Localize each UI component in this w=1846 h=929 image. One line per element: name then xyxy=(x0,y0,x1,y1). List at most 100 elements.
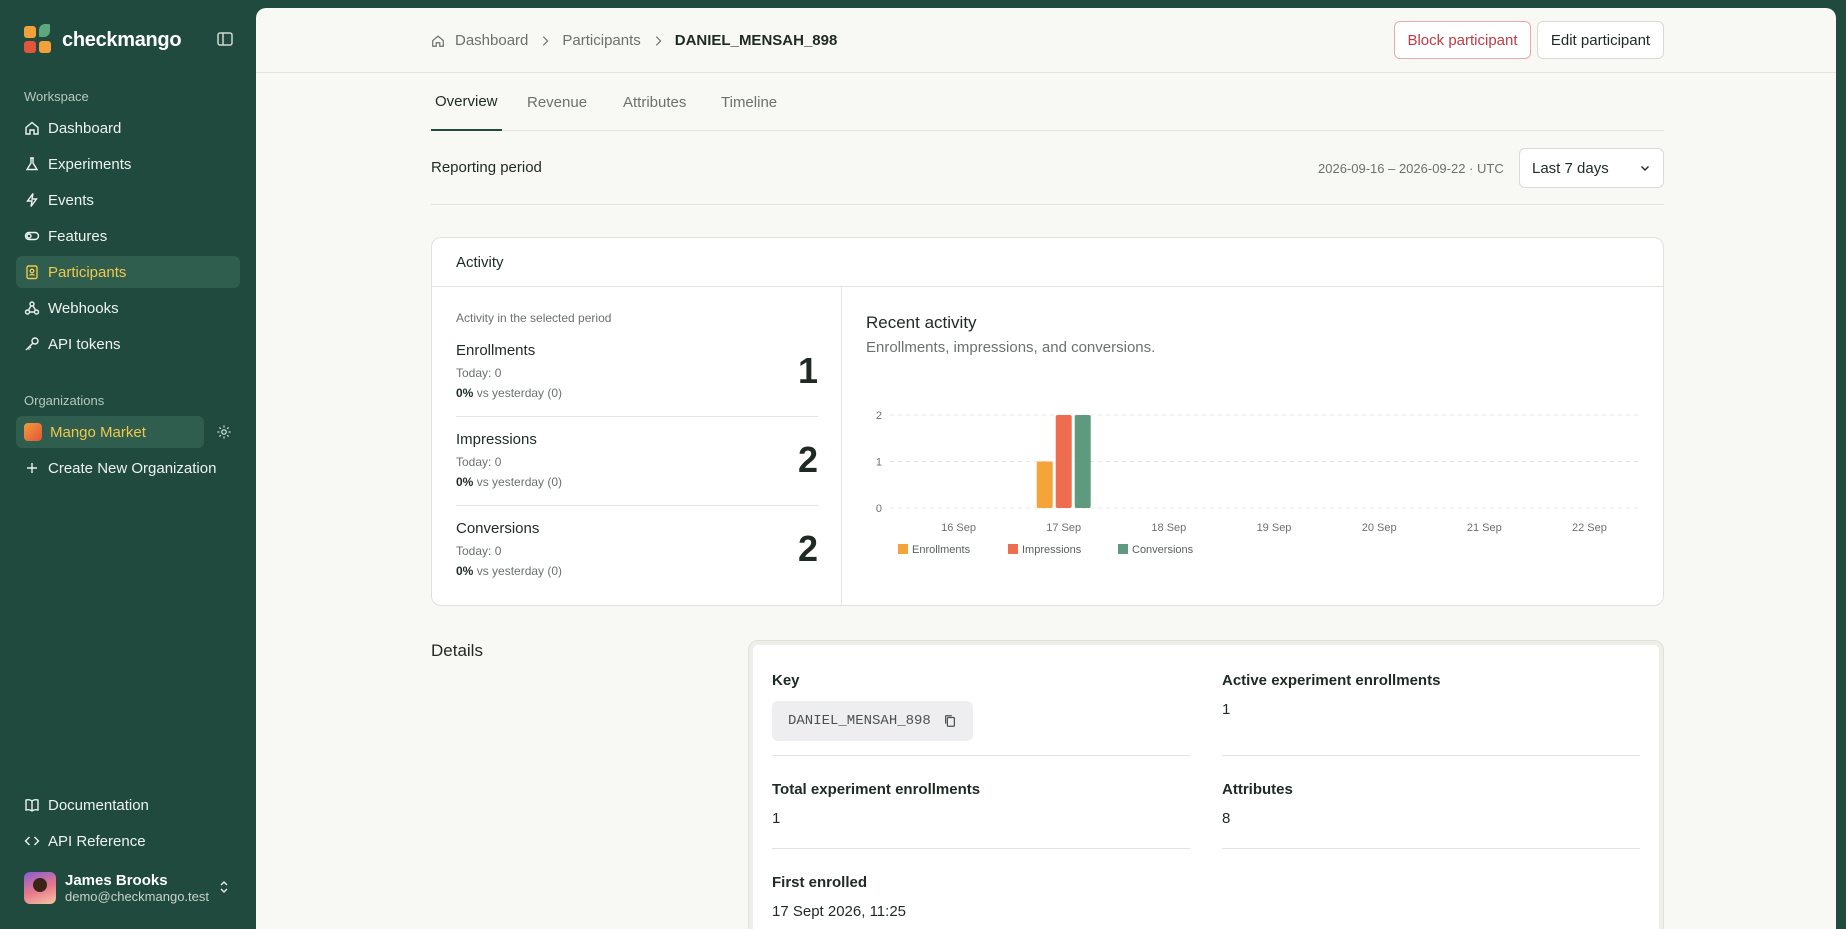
activity-caption: Activity in the selected period xyxy=(456,311,612,325)
home-icon[interactable] xyxy=(431,34,445,48)
avatar xyxy=(24,872,56,904)
sidebar-item-label: Experiments xyxy=(48,155,132,173)
copy-icon[interactable] xyxy=(943,714,957,728)
block-participant-button[interactable]: Block participant xyxy=(1394,21,1531,59)
sidebar-item-webhooks[interactable]: Webhooks xyxy=(16,292,240,324)
field-label: First enrolled xyxy=(772,874,868,891)
sidebar-item-events[interactable]: Events xyxy=(16,184,240,216)
create-organization-button[interactable]: Create New Organization xyxy=(16,452,240,484)
recent-activity-subtitle: Enrollments, impressions, and conversion… xyxy=(866,339,1156,356)
sidebar-item-experiments[interactable]: Experiments xyxy=(16,148,240,180)
sidebar-item-label: Webhooks xyxy=(48,299,119,317)
key-icon xyxy=(25,337,39,351)
breadcrumb-dashboard[interactable]: Dashboard xyxy=(455,32,528,49)
stat-pct: 0% xyxy=(456,564,474,578)
tab-revenue[interactable]: Revenue xyxy=(527,73,587,131)
stat-today: Today: 0 xyxy=(456,544,502,558)
field-value: 17 Sept 2026, 11:25 xyxy=(772,903,907,920)
stat-value: 2 xyxy=(797,528,818,569)
chevron-up-down-icon[interactable] xyxy=(216,879,232,895)
stat-vs: vs yesterday (0) xyxy=(476,475,563,489)
user-name: James Brooks xyxy=(65,872,168,889)
stat-comparison: 0% vs yesterday (0) xyxy=(456,386,562,400)
tab-bar: Overview Revenue Attributes Timeline xyxy=(431,73,1664,131)
tab-attributes[interactable]: Attributes xyxy=(623,73,686,131)
checkmango-logo-icon xyxy=(24,24,52,54)
badge-icon xyxy=(26,265,38,280)
brand-name: checkmango xyxy=(62,28,182,51)
sidebar-item-label: Participants xyxy=(48,263,127,281)
stat-today: Today: 0 xyxy=(456,455,502,469)
x-tick-label: 20 Sep xyxy=(1362,522,1397,534)
chevron-down-icon xyxy=(1641,166,1649,171)
recent-activity: Recent activity Enrollments, impressions… xyxy=(842,287,1663,605)
field-total-enrollments: Total experiment enrollments 1 xyxy=(772,781,980,827)
org-avatar xyxy=(24,423,42,441)
flask-icon xyxy=(25,157,39,171)
sidebar: checkmango Workspace Dashboard Experimen… xyxy=(0,0,256,929)
reporting-period-label: Reporting period xyxy=(431,159,542,176)
gear-icon[interactable] xyxy=(216,424,232,440)
sidebar-item-documentation[interactable]: Documentation xyxy=(16,789,240,821)
details-title: Details xyxy=(431,641,483,660)
user-menu[interactable]: James Brooks demo@checkmango.test xyxy=(24,872,209,904)
divider xyxy=(772,755,1190,756)
sidebar-item-api-reference[interactable]: API Reference xyxy=(16,825,240,857)
stat-today: Today: 0 xyxy=(456,366,502,380)
sidebar-item-label: Features xyxy=(48,227,108,245)
reporting-period-range: 2026-09-16 – 2026-09-22 · UTC xyxy=(1318,161,1504,176)
divider xyxy=(431,204,1664,205)
field-value: 1 xyxy=(1222,701,1231,718)
organizations-label: Organizations xyxy=(24,393,105,408)
stat-name: Impressions xyxy=(456,431,537,448)
edit-participant-button[interactable]: Edit participant xyxy=(1537,21,1664,59)
org-switcher-mango-market[interactable]: Mango Market xyxy=(16,416,204,448)
divider xyxy=(1222,755,1640,756)
sidebar-toggle-icon[interactable] xyxy=(216,30,234,48)
x-tick-label: 18 Sep xyxy=(1151,522,1186,534)
tab-overview[interactable]: Overview xyxy=(431,73,502,131)
toggle-icon xyxy=(24,231,40,241)
chevron-right-icon xyxy=(655,35,662,46)
sidebar-item-label: Dashboard xyxy=(48,119,122,137)
sidebar-item-label: Events xyxy=(48,191,94,209)
stat-pct: 0% xyxy=(456,386,474,400)
recent-activity-title: Recent activity xyxy=(866,313,977,332)
sidebar-item-api-tokens[interactable]: API tokens xyxy=(16,328,240,360)
divider xyxy=(456,416,818,417)
tab-timeline[interactable]: Timeline xyxy=(721,73,777,131)
breadcrumb-participants[interactable]: Participants xyxy=(562,32,640,49)
divider xyxy=(456,505,818,506)
sidebar-item-participants[interactable]: Participants xyxy=(16,256,240,288)
user-email: demo@checkmango.test xyxy=(65,889,209,904)
field-key: Key DANIEL_MENSAH_898 xyxy=(772,672,973,741)
workspace-label: Workspace xyxy=(24,89,89,104)
bar-enrollments xyxy=(1036,461,1053,508)
divider xyxy=(772,848,1190,849)
field-attributes: Attributes 8 xyxy=(1222,781,1293,827)
x-tick-label: 22 Sep xyxy=(1572,522,1607,534)
legend-label: Impressions xyxy=(1022,544,1082,556)
participant-key-chip[interactable]: DANIEL_MENSAH_898 xyxy=(772,701,973,741)
stat-value: 1 xyxy=(797,350,818,391)
stat-vs: vs yesterday (0) xyxy=(476,386,563,400)
bar-impressions xyxy=(1055,415,1072,508)
plus-icon xyxy=(27,463,37,473)
brand[interactable]: checkmango xyxy=(24,24,182,54)
stat-value: 2 xyxy=(797,439,818,480)
period-select[interactable]: Last 7 days xyxy=(1519,148,1664,188)
legend-swatch xyxy=(1008,544,1018,554)
stat-comparison: 0% vs yesterday (0) xyxy=(456,564,562,578)
breadcrumb: Dashboard Participants DANIEL_MENSAH_898 xyxy=(431,32,837,49)
sidebar-item-features[interactable]: Features xyxy=(16,220,240,252)
period-select-value: Last 7 days xyxy=(1532,159,1609,177)
field-label: Attributes xyxy=(1222,781,1293,798)
field-label: Total experiment enrollments xyxy=(772,781,981,798)
x-tick-label: 19 Sep xyxy=(1257,522,1292,534)
y-tick-label: 1 xyxy=(876,457,882,469)
book-icon xyxy=(25,799,39,812)
details-card: Key DANIEL_MENSAH_898 Active experiment … xyxy=(748,640,1664,929)
y-tick-label: 2 xyxy=(876,410,882,422)
sidebar-item-label: API tokens xyxy=(48,335,121,353)
sidebar-item-dashboard[interactable]: Dashboard xyxy=(16,112,240,144)
